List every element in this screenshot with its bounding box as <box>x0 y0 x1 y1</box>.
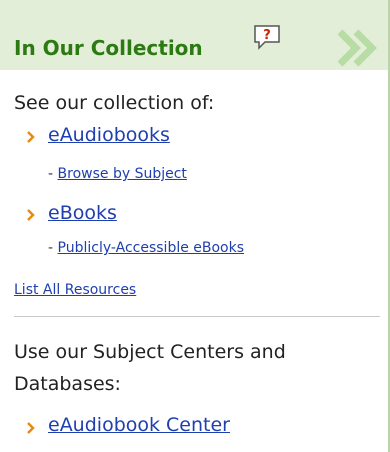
svg-text:?: ? <box>263 28 271 43</box>
eaudiobook-center-link[interactable]: eAudiobook Center <box>48 414 230 436</box>
eaudiobooks-link[interactable]: eAudiobooks <box>48 124 170 146</box>
section-divider <box>14 316 380 317</box>
orange-chevron-bullet-icon <box>27 209 35 221</box>
sub-item-prefix: - <box>48 240 58 256</box>
orange-chevron-bullet-icon <box>27 422 35 434</box>
eaudiobooks-sub-item: - Browse by Subject <box>48 166 187 182</box>
double-chevron-right-icon[interactable] <box>332 28 382 68</box>
panel-header: In Our Collection ? <box>0 0 388 70</box>
list-all-resources-link[interactable]: List All Resources <box>14 282 136 298</box>
ebooks-sub-item: - Publicly-Accessible eBooks <box>48 240 244 256</box>
help-question-icon[interactable]: ? <box>252 24 282 50</box>
collection-intro-text: See our collection of: <box>14 92 215 114</box>
panel-title: In Our Collection <box>14 36 203 60</box>
ebooks-link[interactable]: eBooks <box>48 202 117 224</box>
orange-chevron-bullet-icon <box>27 131 35 143</box>
subject-centers-intro-text: Use our Subject Centers and Databases: <box>14 341 286 395</box>
in-our-collection-panel: In Our Collection ? See our collection o… <box>0 0 390 452</box>
sub-item-prefix: - <box>48 166 58 182</box>
browse-by-subject-link[interactable]: Browse by Subject <box>58 166 187 182</box>
publicly-accessible-ebooks-link[interactable]: Publicly-Accessible eBooks <box>58 240 245 256</box>
